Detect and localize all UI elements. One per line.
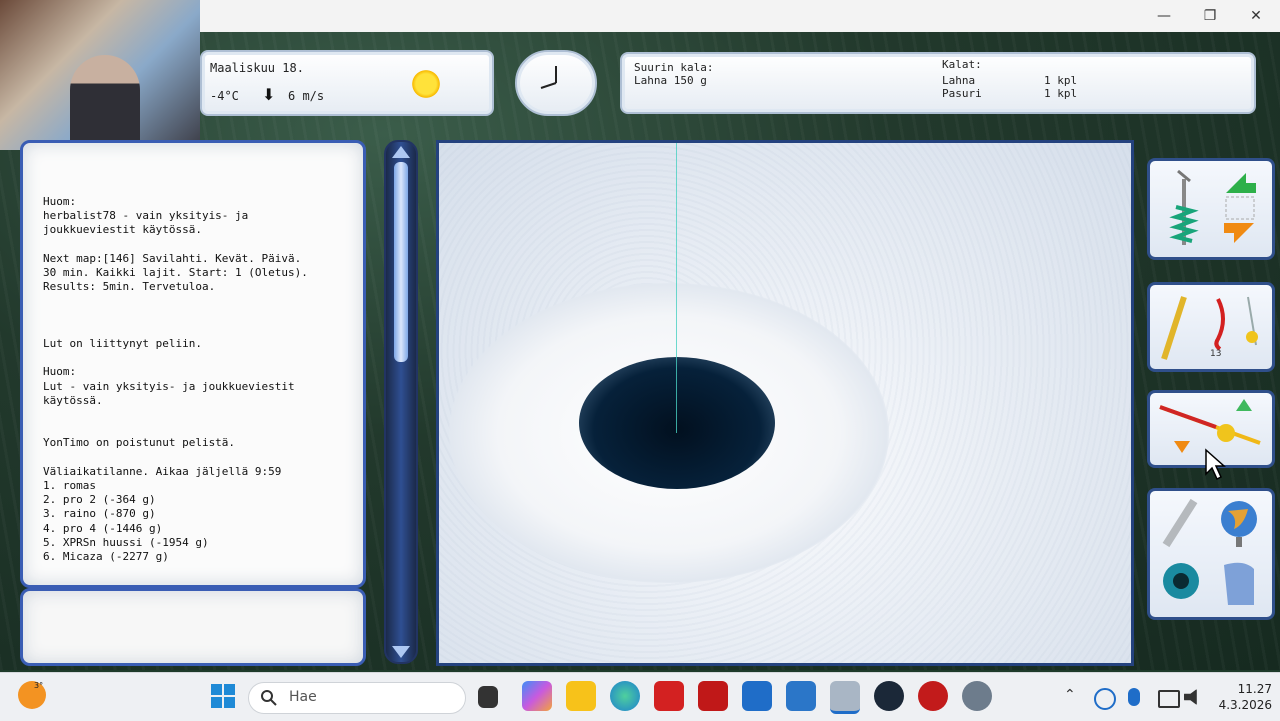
message-line: Huom: <box>43 365 77 379</box>
webcam-overlay <box>0 0 200 150</box>
message-line <box>43 351 353 365</box>
biggest-catch-title: Suurin kala: <box>634 61 714 74</box>
depth-slider[interactable] <box>384 140 418 664</box>
catch-species-1: Lahna <box>942 74 976 87</box>
bag-icon <box>1224 562 1254 605</box>
message-line <box>43 323 353 337</box>
close-button[interactable]: ✕ <box>1236 4 1276 28</box>
message-log[interactable]: Huom: herbalist78 - vain yksityis- ja jouk… <box>20 140 366 588</box>
message-line: 3. raino (-870 g) <box>43 507 156 521</box>
message-line: YonTimo on poistunut pelistä. <box>43 436 236 450</box>
message-line: 30 min. Kaikki lajit. Start: 1 (Oletus). <box>43 266 308 279</box>
settings-gear-icon[interactable] <box>962 681 992 711</box>
message-line: Väliaikatilanne. Aikaa jäljellä 9:59 <box>43 464 282 478</box>
misc-tool-panel[interactable] <box>1147 488 1275 620</box>
message-line: herbalist78 - vain yksityis- ja <box>43 209 249 223</box>
message-line: 5. XPRSn huussi (-1954 g) <box>43 535 209 549</box>
message-line <box>43 408 353 422</box>
display-icon[interactable] <box>1158 690 1180 708</box>
catch-species-2: Pasuri <box>942 87 982 100</box>
search-icon <box>261 690 277 706</box>
mcafee-icon[interactable] <box>698 681 728 711</box>
copilot-icon[interactable] <box>522 681 552 711</box>
lure-tool-panel[interactable]: 13 <box>1147 282 1275 372</box>
catch-count-2: 1 kpl <box>1044 87 1078 100</box>
wind-direction-icon: ⬇ <box>262 85 276 104</box>
catch-panel: Suurin kala: Lahna 150 g Kalat: Lahna 1 … <box>620 52 1256 114</box>
message-line <box>43 451 353 465</box>
depth-up-icon[interactable] <box>392 146 410 158</box>
depth-slider-handle[interactable] <box>394 162 408 362</box>
knife-icon <box>1162 498 1198 548</box>
date-label: Maaliskuu 18. <box>210 61 304 75</box>
globe-icon <box>1221 501 1257 547</box>
game-app-icon[interactable] <box>830 681 860 714</box>
search-placeholder: Hae <box>289 689 317 705</box>
sun-icon <box>406 64 446 104</box>
message-line: joukkueviestit käytössä. <box>43 223 202 237</box>
message-line: 1. romas <box>43 478 96 492</box>
message-line: Next map:[146] Savilahti. Kevät. Päivä. <box>43 251 302 265</box>
mouse-cursor-icon <box>1205 448 1226 481</box>
store-icon[interactable] <box>786 681 816 711</box>
eye-icon <box>1163 563 1199 599</box>
biggest-catch-value: Lahna 150 g <box>634 74 707 87</box>
chat-input[interactable] <box>20 588 366 666</box>
auger-tool-panel[interactable] <box>1147 158 1275 260</box>
weather-widget-temp: 3° <box>34 681 44 690</box>
temperature-label: -4°C <box>210 89 239 103</box>
message-line <box>43 309 353 323</box>
message-line: Results: 5min. Tervetuloa. <box>43 280 216 294</box>
outlook-icon[interactable] <box>742 681 772 711</box>
ice-hole <box>579 357 775 489</box>
taskbar-date: 4.3.2026 <box>1218 698 1272 712</box>
message-line: 4. pro 4 (-1446 g) <box>43 521 163 535</box>
message-list: Huom: herbalist78 - vain yksityis- ja jouk… <box>43 195 353 564</box>
depth-down-icon[interactable] <box>392 646 410 658</box>
microphone-icon[interactable] <box>1128 688 1140 706</box>
steam-icon[interactable] <box>874 681 904 711</box>
minimize-button[interactable]: — <box>1144 4 1184 28</box>
recorder-icon[interactable] <box>918 681 948 711</box>
taskbar-search[interactable]: Hae <box>248 682 466 714</box>
message-line <box>43 294 353 308</box>
message-line: käytössä. <box>43 393 103 407</box>
message-line: Lut - vain yksityis- ja joukkueviestit <box>43 379 295 393</box>
volume-icon[interactable] <box>1184 689 1197 705</box>
catch-count-1: 1 kpl <box>1044 74 1078 87</box>
ice-auger-icon <box>1169 169 1199 245</box>
taskbar-time: 11.27 <box>1237 682 1272 696</box>
ice-hole-view[interactable] <box>436 140 1134 666</box>
tray-chevron-up-icon[interactable]: ⌃ <box>1064 687 1076 703</box>
lure-count-badge: 13 <box>1210 349 1222 359</box>
clock-icon <box>540 66 557 89</box>
restore-button[interactable]: ❐ <box>1190 4 1230 28</box>
file-explorer-icon[interactable] <box>566 681 596 711</box>
message-line <box>43 238 353 252</box>
message-line: 6. Micaza (-2277 g) <box>43 549 169 563</box>
wind-speed-label: 6 m/s <box>288 89 325 103</box>
message-line <box>43 422 353 436</box>
weather-panel: Maaliskuu 18. -4°C ⬇ 6 m/s <box>200 50 494 116</box>
windows-taskbar: 3° Hae ⌃ 11.27 4.3.2026 <box>0 672 1280 721</box>
catch-list-title: Kalat: <box>942 58 982 71</box>
message-line: Lut on liittynyt peliin. <box>43 336 202 350</box>
app-l-icon[interactable] <box>654 681 684 711</box>
move-arrows-icon <box>1224 173 1256 243</box>
task-view-icon[interactable] <box>478 686 498 708</box>
windows-start-icon[interactable] <box>208 681 238 711</box>
edge-browser-icon[interactable] <box>610 681 640 711</box>
network-icon[interactable] <box>1094 688 1116 710</box>
taskbar-clock[interactable]: 11.27 4.3.2026 <box>1219 681 1272 713</box>
message-line: 2. pro 2 (-364 g) <box>43 493 156 507</box>
fishing-line <box>676 143 677 433</box>
message-line: Huom: <box>43 195 77 208</box>
clock-panel <box>515 50 597 116</box>
streamer-figure <box>70 55 140 150</box>
